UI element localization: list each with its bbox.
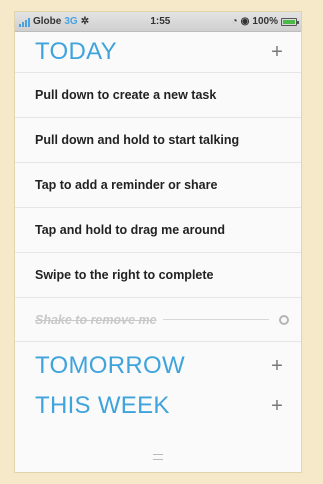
gear-icon[interactable] [279, 314, 289, 325]
phone-screen: Globe 3G ✲ 1:55 ◔ ◉ 100% TODAY + Pull do… [15, 12, 301, 472]
task-item[interactable]: Tap and hold to drag me around [15, 207, 301, 252]
task-item[interactable]: Pull down to create a new task [15, 72, 301, 117]
task-label: Pull down to create a new task [35, 88, 217, 102]
task-label: Tap and hold to drag me around [35, 223, 226, 237]
task-list: Pull down to create a new task Pull down… [15, 72, 301, 342]
drag-handle-icon[interactable] [153, 454, 163, 460]
plus-icon: + [271, 394, 283, 417]
plus-icon: + [271, 354, 283, 377]
section-title: TODAY [35, 38, 117, 65]
battery-icon [280, 17, 299, 26]
status-right: ◔ ◉ 100% [231, 16, 299, 27]
section-title: THIS WEEK [35, 392, 170, 419]
carrier-name: Globe [33, 16, 62, 27]
alarm-icon: ◉ [240, 16, 250, 27]
task-label: Tap to add a reminder or share [35, 178, 218, 192]
plus-icon: + [271, 40, 283, 63]
task-label: Pull down and hold to start talking [35, 133, 240, 147]
status-left: Globe 3G ✲ [19, 16, 89, 27]
section-header-today: TODAY + [15, 32, 301, 72]
strike-line [162, 319, 269, 320]
task-item-completed[interactable]: Shake to remove me [15, 297, 301, 342]
signal-icon [19, 17, 30, 27]
status-bar: Globe 3G ✲ 1:55 ◔ ◉ 100% [15, 12, 301, 32]
battery-percent: 100% [252, 16, 278, 27]
section-header-this-week: THIS WEEK + [15, 386, 301, 426]
orientation-lock-icon: ◔ [231, 16, 238, 27]
network-type: 3G [64, 16, 78, 27]
add-task-button[interactable]: + [265, 395, 289, 418]
task-item[interactable]: Swipe to the right to complete [15, 252, 301, 297]
status-time: 1:55 [150, 16, 171, 27]
add-task-button[interactable]: + [265, 355, 289, 378]
task-item[interactable]: Pull down and hold to start talking [15, 117, 301, 162]
task-label: Swipe to the right to complete [35, 268, 214, 282]
section-title: TOMORROW [35, 352, 185, 379]
task-label: Shake to remove me [35, 312, 157, 327]
task-item[interactable]: Tap to add a reminder or share [15, 162, 301, 207]
section-header-tomorrow: TOMORROW + [15, 346, 301, 386]
loading-icon: ✲ [80, 16, 90, 27]
add-task-button[interactable]: + [265, 41, 289, 64]
